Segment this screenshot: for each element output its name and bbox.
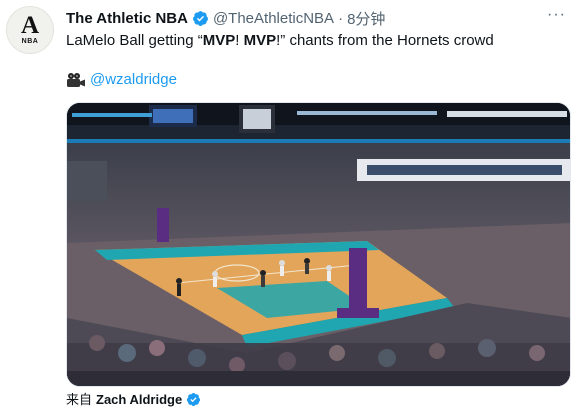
video-attribution: 来自 Zach Aldridge: [66, 391, 201, 408]
author-handle[interactable]: @TheAthleticNBA: [213, 10, 334, 27]
video-camera-icon: [67, 73, 85, 87]
tweet-text-prefix: LaMelo Ball getting “: [66, 32, 203, 49]
tweet-header: The Athletic NBA @TheAthleticNBA · 8分钟: [66, 8, 385, 28]
avatar-logo-letter: A: [20, 12, 40, 39]
verified-badge-icon: [193, 10, 208, 26]
avatar-logo-subtext: NBA: [21, 38, 39, 45]
tweet-text-suffix: !” chants from the Hornets crowd: [276, 32, 494, 49]
author-display-name[interactable]: The Athletic NBA: [66, 10, 188, 27]
profile-avatar[interactable]: A NBA: [6, 6, 54, 54]
attribution-label: 来自: [66, 392, 93, 407]
header-separator: ·: [338, 9, 344, 27]
credit-handle-link[interactable]: @wzaldridge: [90, 70, 177, 90]
tweet-video[interactable]: [66, 102, 571, 387]
attribution-name[interactable]: Zach Aldridge: [96, 391, 182, 408]
tweet-text-mid: !: [235, 32, 244, 49]
video-credit: @wzaldridge: [66, 70, 177, 90]
more-options-icon[interactable]: ···: [547, 6, 566, 24]
tweet-text: LaMelo Ball getting “MVP! MVP!” chants f…: [66, 31, 494, 51]
verified-badge-icon: [187, 392, 201, 407]
arena-video-frame: [67, 103, 570, 386]
tweet-text-bold-2: MVP: [243, 32, 277, 49]
tweet-text-bold-1: MVP: [202, 32, 236, 49]
tweet-timestamp[interactable]: 8分钟: [347, 8, 385, 29]
